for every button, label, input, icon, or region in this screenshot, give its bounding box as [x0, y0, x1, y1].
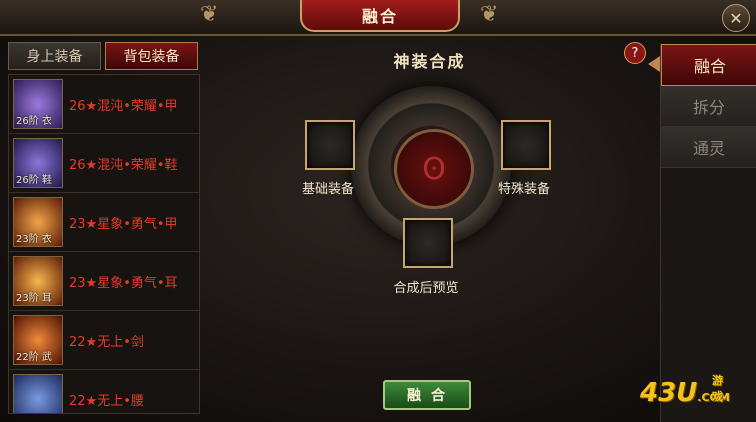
- item-slot: 耳: [41, 293, 52, 304]
- item-name: 23★星象•勇气•甲: [69, 216, 178, 232]
- fusion-emblem-icon: ʘ: [394, 129, 474, 209]
- ornament-left-icon: ❦: [200, 2, 219, 27]
- list-item[interactable]: 26阶 衣 26★混沌•荣耀•甲: [9, 75, 199, 134]
- equipment-source-tabs: 身上装备 背包装备: [8, 42, 198, 70]
- item-icon: 22阶 武: [13, 315, 63, 365]
- special-equipment-label: 特殊装备: [497, 182, 550, 197]
- list-item[interactable]: 23阶 衣 23★星象•勇气•甲: [9, 193, 199, 252]
- tab-equipped[interactable]: 身上装备: [8, 42, 101, 70]
- item-icon: [13, 374, 63, 413]
- item-slot: 衣: [41, 116, 52, 127]
- active-tab-pointer-icon: [648, 56, 660, 72]
- panel-title: 神装合成: [393, 52, 466, 71]
- item-name: 26★混沌•荣耀•鞋: [69, 157, 178, 173]
- base-equipment-label: 基础装备: [301, 182, 354, 197]
- tab-bag[interactable]: 背包装备: [105, 42, 198, 70]
- list-item[interactable]: 26阶 鞋 26★混沌•荣耀•鞋: [9, 134, 199, 193]
- site-watermark: 43U.COM 游戏: [640, 374, 730, 408]
- preview-label: 合成后预览: [393, 281, 459, 296]
- base-equipment-slot[interactable]: [305, 120, 355, 170]
- item-tier: 23阶: [16, 234, 39, 245]
- item-icon: 26阶 鞋: [13, 138, 63, 188]
- item-name: 26★混沌•荣耀•甲: [69, 98, 178, 114]
- tab-fuse[interactable]: 融合: [661, 44, 756, 86]
- item-tier: 22阶: [16, 352, 39, 363]
- close-button[interactable]: ✕: [722, 4, 750, 32]
- item-icon: 26阶 衣: [13, 79, 63, 129]
- tab-split[interactable]: 拆分: [661, 86, 756, 127]
- list-item[interactable]: 22★无上•腰: [9, 370, 199, 413]
- item-tier: 26阶: [16, 116, 39, 127]
- tab-spirit[interactable]: 通灵: [661, 127, 756, 168]
- item-name: 22★无上•剑: [69, 334, 144, 350]
- ornament-right-icon: ❦: [480, 2, 499, 27]
- item-slot: 衣: [41, 234, 52, 245]
- list-item[interactable]: 22阶 武 22★无上•剑: [9, 311, 199, 370]
- item-tier: 26阶: [16, 175, 39, 186]
- preview-slot: [403, 218, 453, 268]
- item-name: 23★星象•勇气•耳: [69, 275, 178, 291]
- side-tabs: 融合 拆分 通灵: [660, 44, 756, 422]
- item-icon: 23阶 衣: [13, 197, 63, 247]
- item-tier: 23阶: [16, 293, 39, 304]
- special-equipment-slot[interactable]: [501, 120, 551, 170]
- window-title: 融合: [300, 0, 460, 32]
- item-slot: 武: [41, 352, 52, 363]
- fuse-button[interactable]: 融合: [383, 380, 471, 410]
- item-icon: 23阶 耳: [13, 256, 63, 306]
- equipment-list: 26阶 衣 26★混沌•荣耀•甲 26阶 鞋 26★混沌•荣耀•鞋 23阶 衣 …: [8, 74, 200, 414]
- fusion-panel: 神装合成 ? ʘ 基础装备 特殊装备 合成后预览 融合: [203, 38, 656, 416]
- help-button[interactable]: ?: [624, 42, 646, 64]
- item-slot: 鞋: [41, 175, 52, 186]
- item-name: 22★无上•腰: [69, 393, 144, 409]
- list-item[interactable]: 23阶 耳 23★星象•勇气•耳: [9, 252, 199, 311]
- game-window: ❦ 融合 ❦ ✕ 身上装备 背包装备 26阶 衣 26★混沌•荣耀•甲 26阶 …: [0, 0, 756, 422]
- top-bar: ❦ 融合 ❦ ✕: [0, 0, 756, 36]
